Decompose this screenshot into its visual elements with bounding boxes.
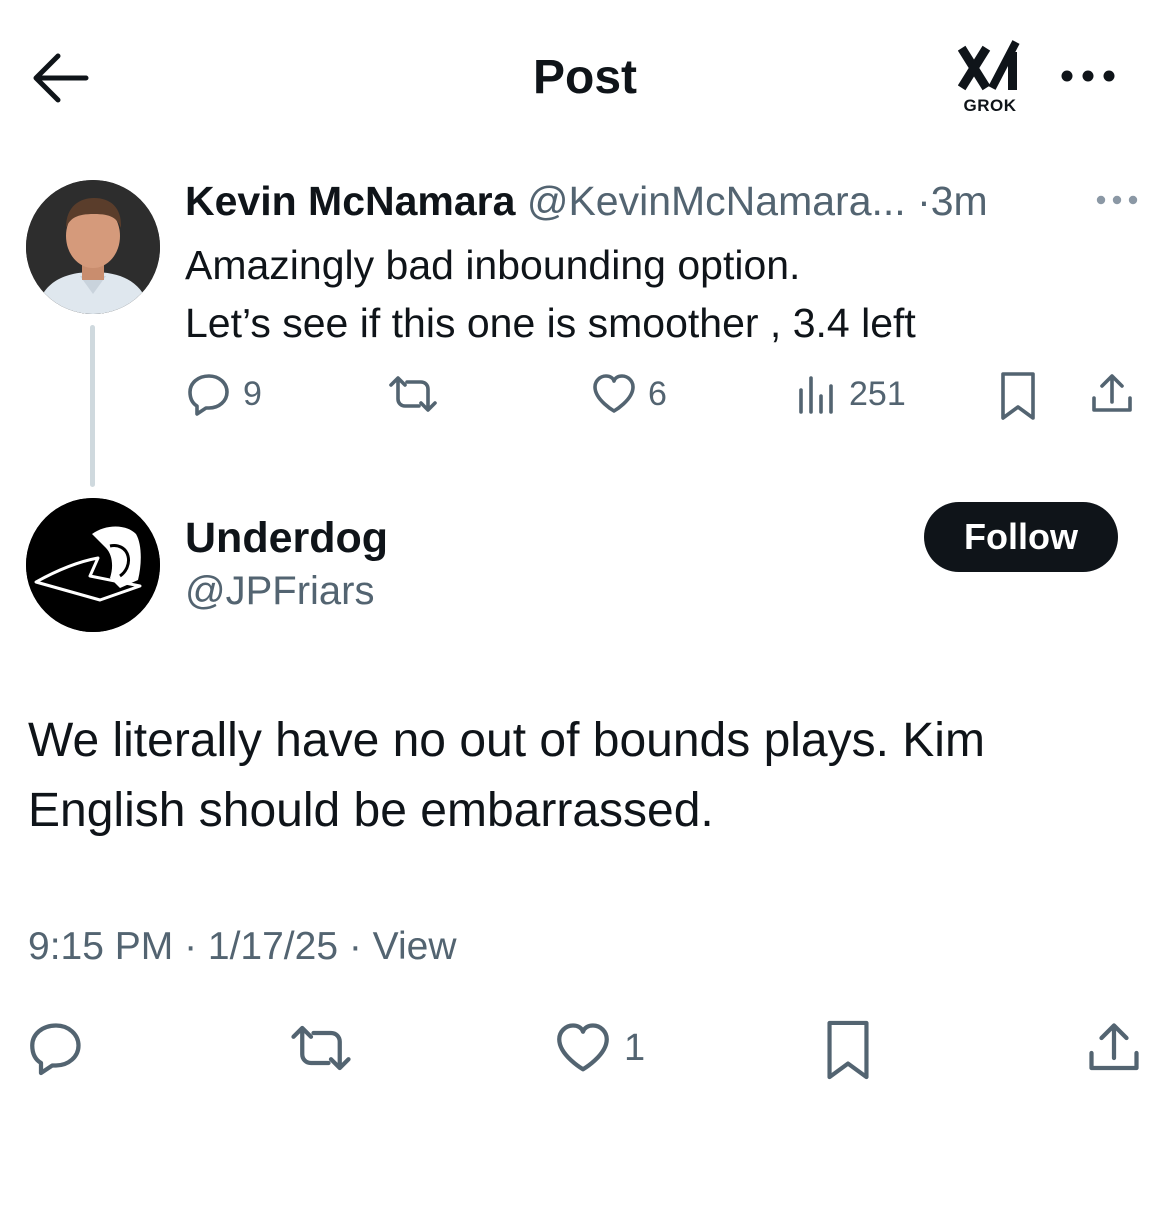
repost-icon xyxy=(385,370,441,418)
parent-bookmark-button[interactable] xyxy=(998,370,1038,422)
repost-button[interactable] xyxy=(286,1018,356,1078)
heart-icon xyxy=(552,1018,614,1078)
parent-reply-button[interactable]: 9 xyxy=(185,370,262,418)
parent-like-button[interactable]: 6 xyxy=(590,370,667,418)
parent-text-line-1: Amazingly bad inbounding option. xyxy=(185,242,801,288)
parent-tweet-header: Kevin McNamara @KevinMcNamara... ·3m xyxy=(185,176,988,226)
share-icon xyxy=(1084,1018,1144,1078)
reply-button[interactable] xyxy=(26,1018,86,1078)
main-author-name[interactable]: Underdog xyxy=(185,512,388,564)
repost-icon xyxy=(286,1018,356,1078)
like-button[interactable]: 1 xyxy=(552,1018,645,1078)
bookmark-icon xyxy=(822,1018,874,1082)
parent-like-count: 6 xyxy=(648,374,667,413)
grok-label: GROK xyxy=(963,96,1017,115)
main-author-handle[interactable]: @JPFriars xyxy=(185,566,375,616)
parent-views-button[interactable]: 251 xyxy=(795,370,906,418)
follow-button[interactable]: Follow xyxy=(924,502,1118,572)
avatar-kevin[interactable] xyxy=(26,180,160,314)
bookmark-button[interactable] xyxy=(822,1018,874,1082)
parent-author-handle[interactable]: @KevinMcNamara... xyxy=(527,178,906,224)
parent-tweet-text: Amazingly bad inbounding option. Let’s s… xyxy=(185,236,916,352)
heart-icon xyxy=(590,370,638,418)
main-tweet-text: We literally have no out of bounds plays… xyxy=(28,714,985,837)
parent-time: ·3m xyxy=(917,178,988,224)
bookmark-icon xyxy=(998,370,1038,422)
more-options-icon[interactable] xyxy=(1058,58,1118,94)
thread-connector xyxy=(90,325,95,487)
parent-reply-count: 9 xyxy=(243,374,262,413)
like-count: 1 xyxy=(624,1026,646,1069)
parent-view-count: 251 xyxy=(849,374,906,413)
parent-more-icon[interactable] xyxy=(1094,188,1140,212)
parent-share-button[interactable] xyxy=(1088,370,1136,418)
views-chart-icon xyxy=(795,370,839,418)
tweet-timestamp[interactable]: 9:15 PM · 1/17/25 · View xyxy=(28,922,457,972)
parent-text-line-2: Let’s see if this one is smoother , 3.4 … xyxy=(185,300,916,346)
parent-author-name[interactable]: Kevin McNamara xyxy=(185,178,515,224)
share-button[interactable] xyxy=(1084,1018,1144,1078)
reply-icon xyxy=(185,370,233,418)
parent-repost-button[interactable] xyxy=(385,370,441,418)
share-icon xyxy=(1088,370,1136,418)
reply-icon xyxy=(26,1018,86,1078)
avatar-underdog[interactable] xyxy=(26,498,160,632)
